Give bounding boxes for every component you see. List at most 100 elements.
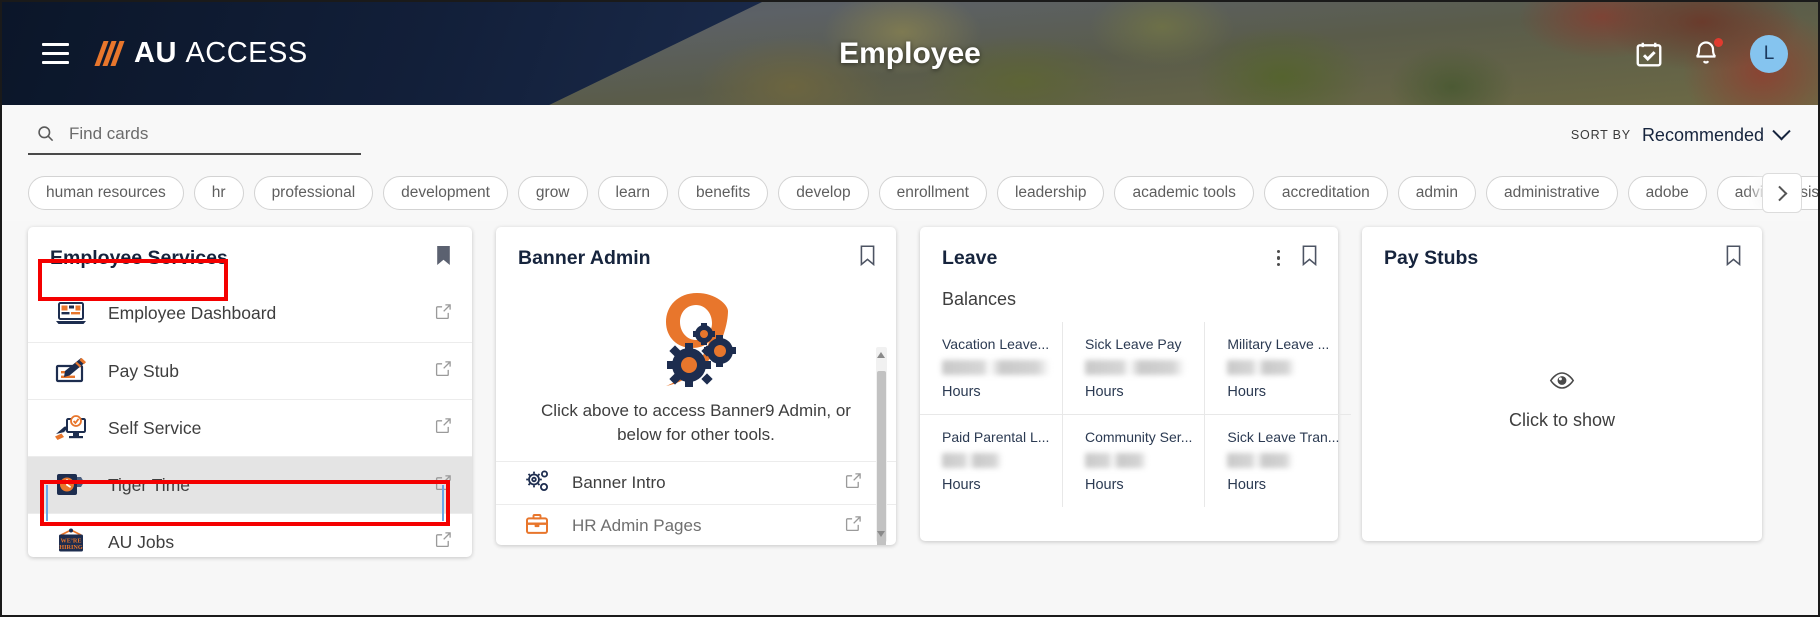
leave-balance-value-redacted (1085, 360, 1185, 375)
external-link-icon[interactable] (845, 515, 862, 537)
bookmark-outline-icon[interactable] (1301, 245, 1318, 271)
leave-balance-name: Military Leave ... (1227, 336, 1330, 352)
scroll-down-arrow-icon[interactable] (877, 531, 885, 538)
leave-balance-unit: Hours (1085, 384, 1124, 400)
banner-admin-scrollbar[interactable] (876, 347, 887, 545)
more-options-icon[interactable] (1274, 247, 1284, 270)
external-link-icon[interactable] (435, 360, 452, 382)
leave-balance-value-redacted (942, 453, 1002, 468)
banner-row-banner-intro[interactable]: Banner Intro (496, 462, 896, 506)
sort-by-value: Recommended (1641, 124, 1764, 145)
banner9-gears-logo[interactable] (496, 287, 896, 393)
tag-filter-development[interactable]: development (383, 175, 508, 211)
search-icon (38, 126, 54, 142)
external-link-icon[interactable] (435, 531, 452, 553)
service-row-label: AU Jobs (108, 531, 175, 552)
tag-filter-grow[interactable]: grow (517, 175, 588, 211)
bookmark-outline-icon[interactable] (1725, 245, 1742, 271)
banner-admin-title: Banner Admin (518, 246, 651, 269)
leave-balance-name: Paid Parental L... (942, 429, 1050, 445)
employee-services-title: Employee Services (50, 246, 228, 269)
chevron-right-icon (1771, 185, 1787, 201)
laptop-dashboard-icon (54, 300, 88, 328)
leave-balance-unit: Hours (942, 477, 981, 493)
external-link-icon[interactable] (845, 472, 862, 494)
tag-filter-adobe[interactable]: adobe (1627, 175, 1707, 211)
leave-balance-cell: Sick Leave Tran... Hours (1204, 414, 1352, 507)
search-input[interactable] (69, 123, 361, 144)
header-left-group: AU ACCESS (38, 2, 308, 105)
tag-filter-admin[interactable]: admin (1397, 175, 1476, 211)
leave-balance-value-redacted (1227, 360, 1296, 375)
sort-by-control[interactable]: SORT BY Recommended (1570, 121, 1792, 146)
pay-stubs-reveal-area[interactable]: Click to show (1362, 285, 1762, 517)
banner-admin-header: Banner Admin (496, 227, 896, 285)
tags-next-button[interactable] (1762, 173, 1802, 213)
leave-balance-unit: Hours (942, 384, 981, 400)
leave-balance-name: Sick Leave Pay (1085, 336, 1182, 352)
bookmark-filled-icon[interactable] (435, 245, 452, 271)
leave-balance-cell: Military Leave ... Hours (1204, 322, 1351, 414)
scroll-up-arrow-icon[interactable] (877, 352, 885, 358)
notification-badge (1714, 37, 1723, 47)
user-avatar[interactable]: L (1750, 34, 1788, 73)
external-link-icon[interactable] (435, 303, 452, 325)
service-row-self-service[interactable]: Self Service (28, 399, 472, 456)
bookmark-outline-icon[interactable] (859, 245, 876, 271)
card-employee-services: Employee Services Employee Dashboard Pay … (28, 227, 472, 557)
tag-filter-develop[interactable]: develop (778, 175, 869, 211)
leave-balance-value-redacted (1085, 453, 1147, 468)
external-link-icon[interactable] (435, 417, 452, 439)
service-row-au-jobs[interactable]: WE’RE HIRING AU Jobs (28, 513, 472, 570)
au-access-logo[interactable]: AU ACCESS (94, 37, 308, 70)
pay-stubs-header: Pay Stubs (1362, 227, 1762, 285)
brand-name-bold: AU (134, 37, 177, 69)
service-row-label: Tiger Time (108, 474, 191, 495)
tag-filter-row[interactable]: human resources hr professional development… (2, 165, 1818, 221)
brand-name-light: ACCESS (185, 37, 308, 69)
hamburger-menu-icon[interactable] (38, 39, 73, 68)
service-row-label: Employee Dashboard (108, 303, 277, 323)
tag-filter-professional[interactable]: professional (253, 175, 374, 211)
briefcase-icon (524, 512, 550, 541)
tag-filter-accreditation[interactable]: accreditation (1263, 175, 1388, 211)
monitor-hand-icon (54, 414, 88, 442)
tag-filter-leadership[interactable]: leadership (996, 175, 1105, 211)
scrollbar-thumb[interactable] (877, 371, 886, 545)
tag-filter-hr[interactable]: hr (193, 175, 244, 211)
leave-balance-unit: Hours (1085, 477, 1124, 493)
employee-services-list: Employee Dashboard Pay Stub Self Service Ti… (28, 285, 472, 570)
card-grid: Employee Services Employee Dashboard Pay … (2, 221, 1818, 557)
leave-header: Leave (920, 227, 1338, 285)
service-row-pay-stub[interactable]: Pay Stub (28, 342, 472, 399)
check-pen-icon (54, 357, 88, 385)
employee-services-header: Employee Services (28, 227, 472, 285)
card-banner-admin: Banner Admin Click above to access Banne… (496, 227, 896, 545)
pay-stubs-reveal-label: Click to show (1508, 409, 1616, 430)
leave-balance-cell: Sick Leave Pay Hours (1062, 322, 1204, 414)
notification-bell-icon[interactable] (1692, 37, 1723, 69)
leave-balance-cell: Community Ser... Hours (1062, 414, 1205, 507)
tag-filter-enrollment[interactable]: enrollment (878, 175, 987, 211)
leave-title: Leave (942, 246, 998, 269)
tag-filter-benefits[interactable]: benefits (677, 175, 769, 211)
leave-balance-name: Vacation Leave... (942, 336, 1050, 352)
banner-row-hr-admin-pages[interactable]: HR Admin Pages (496, 505, 896, 545)
service-row-employee-dashboard[interactable]: Employee Dashboard (28, 285, 472, 342)
tag-filter-administrative[interactable]: administrative (1485, 175, 1618, 211)
external-link-icon[interactable] (435, 474, 452, 496)
header-right-group: L (1634, 2, 1788, 105)
banner-admin-caption: Click above to access Banner9 Admin, or … (541, 401, 851, 445)
were-hiring-sign-icon: WE’RE HIRING (54, 528, 88, 556)
leave-balance-value-redacted (1227, 453, 1294, 468)
service-row-tiger-time[interactable]: Tiger Time (28, 456, 472, 513)
tag-filter-human-resources[interactable]: human resources (28, 175, 184, 211)
calendar-check-icon[interactable] (1634, 39, 1664, 69)
tag-filter-academic-tools[interactable]: academic tools (1114, 175, 1254, 211)
search-field[interactable] (28, 120, 361, 155)
tag-filter-learn[interactable]: learn (597, 175, 668, 211)
leave-balance-name: Sick Leave Tran... (1227, 429, 1340, 445)
svg-text:HIRING: HIRING (59, 544, 83, 551)
sort-by-label: SORT BY (1570, 128, 1631, 142)
service-row-label: Pay Stub (108, 360, 180, 381)
